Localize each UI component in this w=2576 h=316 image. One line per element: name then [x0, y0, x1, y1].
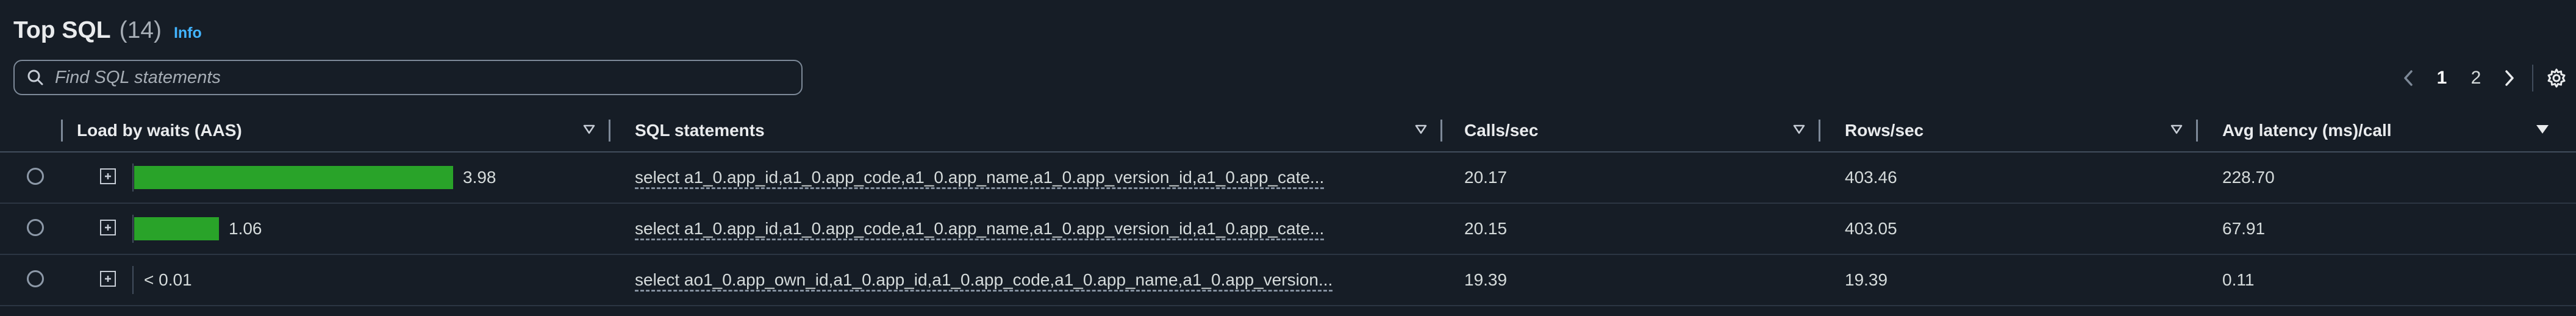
search-icon — [27, 70, 43, 85]
column-header-load[interactable]: Load by waits (AAS) — [62, 110, 609, 151]
expand-row-button[interactable] — [100, 220, 116, 235]
sort-caret-icon — [583, 124, 595, 134]
sql-cell: select ao1_0.app_own_id,a1_0.app_id,a1_0… — [635, 255, 1333, 305]
pager-divider — [2532, 65, 2533, 92]
panel-header: Top SQL (14) Info — [13, 17, 202, 44]
column-label: Rows/sec — [1845, 121, 1924, 140]
sort-caret-icon — [2170, 124, 2183, 134]
column-header-latency[interactable]: Avg latency (ms)/call — [2198, 110, 2564, 151]
expand-row-button[interactable] — [100, 168, 116, 184]
column-label: Avg latency (ms)/call — [2222, 121, 2392, 140]
calls-per-sec: 19.39 — [1464, 270, 1508, 289]
row-select-radio[interactable] — [27, 168, 44, 185]
settings-button[interactable] — [2542, 63, 2571, 93]
sql-cell: select a1_0.app_id,a1_0.app_code,a1_0.ap… — [635, 153, 1324, 203]
page-2-button[interactable]: 2 — [2459, 68, 2493, 88]
sql-cell: select a1_0.app_id,a1_0.app_code,a1_0.ap… — [635, 204, 1324, 254]
chevron-left-icon — [2404, 70, 2413, 86]
table-header: Load by waits (AAS) SQL statements Calls… — [0, 110, 2576, 153]
avg-latency: 0.11 — [2222, 270, 2255, 289]
column-header-sql[interactable]: SQL statements — [610, 110, 1440, 151]
top-sql-panel: Top SQL (14) Info 1 2 — [0, 0, 2576, 316]
sort-descending-icon — [2536, 125, 2549, 134]
column-header-calls[interactable]: Calls/sec — [1442, 110, 1819, 151]
load-bar-axis — [132, 215, 134, 243]
sort-caret-icon — [1415, 124, 1427, 134]
sort-caret-icon — [1793, 124, 1805, 134]
load-value: < 0.01 — [144, 270, 192, 289]
sql-statement-link[interactable]: select ao1_0.app_own_id,a1_0.app_id,a1_0… — [635, 270, 1333, 290]
column-label: Load by waits (AAS) — [77, 121, 242, 140]
panel-title: Top SQL — [13, 17, 111, 43]
sql-statement-link[interactable]: select a1_0.app_id,a1_0.app_code,a1_0.ap… — [635, 168, 1324, 187]
plus-icon — [105, 276, 111, 282]
table-row: 3.98 select a1_0.app_id,a1_0.app_code,a1… — [0, 153, 2576, 204]
calls-per-sec: 20.15 — [1464, 219, 1508, 238]
pagination: 1 2 — [2392, 63, 2576, 93]
column-label: Calls/sec — [1464, 121, 1539, 140]
load-bar-axis — [132, 163, 134, 192]
rows-per-sec: 19.39 — [1845, 270, 1888, 289]
search-input[interactable] — [54, 66, 801, 88]
load-value: 1.06 — [229, 219, 262, 238]
search-box[interactable] — [13, 60, 803, 95]
load-bar — [134, 166, 453, 189]
row-select-radio[interactable] — [27, 270, 44, 287]
avg-latency: 228.70 — [2222, 168, 2275, 187]
next-page-button[interactable] — [2493, 63, 2526, 93]
statement-count: (14) — [119, 17, 162, 43]
column-header-rows[interactable]: Rows/sec — [1820, 110, 2196, 151]
load-bar-axis — [132, 266, 134, 294]
sql-statement-link[interactable]: select a1_0.app_id,a1_0.app_code,a1_0.ap… — [635, 219, 1324, 239]
previous-page-button[interactable] — [2392, 63, 2425, 93]
row-select-radio[interactable] — [27, 219, 44, 236]
load-value: 3.98 — [463, 168, 496, 187]
table-row: < 0.01 select ao1_0.app_own_id,a1_0.app_… — [0, 255, 2576, 306]
table-row: 1.06 select a1_0.app_id,a1_0.app_code,a1… — [0, 204, 2576, 255]
avg-latency: 67.91 — [2222, 219, 2266, 238]
rows-per-sec: 403.46 — [1845, 168, 1897, 187]
gear-icon — [2547, 68, 2566, 88]
info-link[interactable]: Info — [174, 24, 202, 42]
calls-per-sec: 20.17 — [1464, 168, 1508, 187]
rows-per-sec: 403.05 — [1845, 219, 1897, 238]
page-1-button[interactable]: 1 — [2425, 68, 2459, 88]
chevron-right-icon — [2505, 70, 2514, 86]
column-label: SQL statements — [635, 121, 765, 140]
expand-row-button[interactable] — [100, 271, 116, 287]
plus-icon — [105, 173, 111, 179]
load-bar — [134, 217, 219, 240]
plus-icon — [105, 224, 111, 231]
